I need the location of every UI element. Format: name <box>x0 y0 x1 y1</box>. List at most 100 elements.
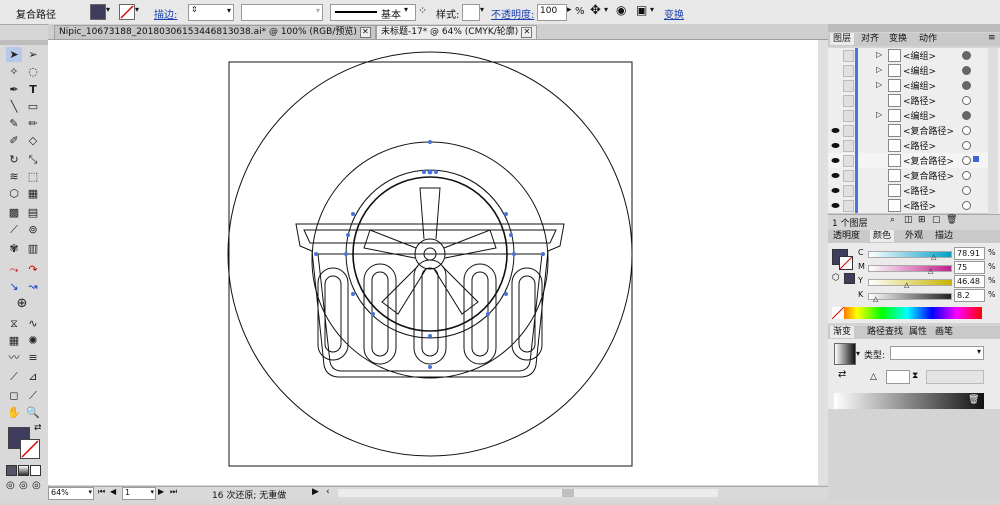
tab-appearance[interactable]: 外观 <box>902 230 926 242</box>
layer-row[interactable]: <路径> <box>828 198 988 214</box>
column-graph-tool-icon[interactable]: ▥ <box>25 241 41 256</box>
warp-tool-icon[interactable]: ≋ <box>6 169 22 184</box>
lock-toggle[interactable] <box>843 140 854 152</box>
gradient-tool-icon[interactable]: ▤ <box>25 205 41 220</box>
chevron-down-icon[interactable]: ▾ <box>604 5 608 14</box>
previous-artboard-icon[interactable]: ◀ <box>110 487 116 496</box>
rotate-tool-icon[interactable]: ↻ <box>6 152 22 167</box>
visibility-icon[interactable] <box>831 141 840 150</box>
visibility-icon[interactable] <box>831 171 840 180</box>
blend-tool-icon[interactable]: ⊚ <box>25 222 41 237</box>
none-mode-icon[interactable] <box>30 465 41 476</box>
tab-layers[interactable]: 图层 <box>830 33 855 45</box>
selection-tool-icon[interactable]: ➤ <box>6 47 22 62</box>
panel-menu-icon[interactable]: ≡ <box>988 33 996 43</box>
puppet-warp-icon[interactable]: ✥ <box>590 3 601 18</box>
color-spectrum[interactable] <box>831 306 982 320</box>
align-icon[interactable]: ▣ <box>636 3 647 17</box>
cube-icon[interactable]: ⬡ <box>832 273 840 283</box>
chevron-right-icon[interactable]: ▷ <box>876 65 882 74</box>
aspect-icon[interactable]: ⧗ <box>912 371 918 381</box>
layer-row[interactable]: <路径> <box>828 138 988 154</box>
target-icon[interactable] <box>962 51 971 60</box>
graph-line-tool-icon[interactable]: 〰 <box>6 350 22 365</box>
draw-behind-icon[interactable]: ◎ <box>19 480 28 491</box>
tab-align[interactable]: 对齐 <box>858 33 882 45</box>
live-paint-tool-icon[interactable]: ▦ <box>25 186 41 201</box>
chevron-right-icon[interactable]: ▷ <box>876 80 882 89</box>
type-tool-icon[interactable]: T <box>25 82 41 97</box>
opacity-link[interactable]: 不透明度: <box>491 6 534 21</box>
recolor-artwork-icon[interactable]: ⁘ <box>418 4 427 17</box>
close-icon[interactable]: ✕ <box>359 27 371 38</box>
zoom-dropdown[interactable]: 64% ▾ <box>48 487 94 500</box>
layer-row[interactable]: <路径> <box>828 93 988 109</box>
channel-value-input[interactable]: 78.91 <box>954 247 985 260</box>
status-menu-icon[interactable]: ▶ <box>312 487 319 497</box>
graphic-style-swatch[interactable] <box>462 4 480 21</box>
scroll-left-icon[interactable]: ‹ <box>326 487 330 497</box>
document-tab-active[interactable]: 未标题-17* @ 64% (CMYK/轮廓) ✕ <box>376 25 538 39</box>
fill-color-swatch[interactable] <box>90 4 106 20</box>
layer-row[interactable]: ▷ <编组> <box>828 78 988 94</box>
appearance-icon[interactable]: ◉ <box>616 3 626 17</box>
chevron-down-icon[interactable]: ▾ <box>650 5 654 14</box>
layer-row[interactable]: ▷ <编组> <box>828 48 988 64</box>
visibility-icon[interactable] <box>831 126 840 135</box>
variable-width-dropdown[interactable]: ▾ <box>241 4 323 21</box>
visibility-icon[interactable] <box>831 186 840 195</box>
chevron-right-icon[interactable]: ▸ <box>567 5 572 15</box>
color-mode-icon[interactable] <box>6 465 17 476</box>
canvas-area[interactable] <box>48 40 828 485</box>
lock-toggle[interactable] <box>843 50 854 62</box>
symbol-sprayer-tool-icon[interactable]: ✾ <box>6 241 22 256</box>
hand-tool-icon[interactable]: ✋ <box>6 405 22 420</box>
tab-transparency[interactable]: 透明度 <box>830 230 863 242</box>
mesh-tool-icon[interactable]: ▩ <box>6 205 22 220</box>
trash-icon[interactable]: 🗑 <box>968 395 979 405</box>
channel-slider[interactable] <box>868 265 952 272</box>
blob-brush-tool-icon[interactable]: ✐ <box>6 133 22 148</box>
target-icon[interactable] <box>962 96 971 105</box>
layer-row[interactable]: <复合路径> <box>828 153 988 169</box>
target-icon[interactable] <box>962 66 971 75</box>
visibility-icon[interactable] <box>831 156 840 165</box>
slider-handle-icon[interactable]: △ <box>931 253 936 261</box>
channel-value-input[interactable]: 46.48 <box>954 275 985 288</box>
selection-indicator[interactable] <box>973 156 979 162</box>
layers-scrollbar[interactable] <box>988 48 998 214</box>
last-artboard-icon[interactable]: ⏭ <box>170 487 177 497</box>
first-artboard-icon[interactable]: ⏮ <box>98 487 105 497</box>
target-icon[interactable] <box>962 171 971 180</box>
scale-tool-icon[interactable]: ⤡ <box>25 152 41 167</box>
opacity-input[interactable]: 100 <box>537 4 567 21</box>
lock-toggle[interactable] <box>843 185 854 197</box>
tab-brushes[interactable]: 画笔 <box>932 326 956 338</box>
gradient-type-dropdown[interactable]: ▾ <box>890 346 984 360</box>
stroke-color-swatch[interactable] <box>119 4 135 20</box>
flare-tool-icon[interactable]: ✺ <box>25 333 41 348</box>
lock-toggle[interactable] <box>843 125 854 137</box>
artboard-number-dropdown[interactable]: 1 ▾ <box>122 487 156 500</box>
swap-colors-icon[interactable]: ⇄ <box>34 423 42 433</box>
tab-pathfinder[interactable]: 路径查找 <box>864 326 906 338</box>
chevron-down-icon[interactable]: ▾ <box>480 5 484 14</box>
zoom-tool-icon[interactable]: 🔍 <box>25 405 41 420</box>
visibility-icon[interactable] <box>831 96 840 105</box>
new-sublayer-icon[interactable]: ⊞ <box>918 215 926 225</box>
tab-color[interactable]: 颜色 <box>870 230 895 242</box>
target-icon[interactable] <box>962 141 971 150</box>
lock-toggle[interactable] <box>843 80 854 92</box>
measure-tool-icon[interactable]: ⊿ <box>25 369 41 384</box>
curve-tool-icon[interactable]: ↘ <box>6 279 22 294</box>
target-icon[interactable] <box>962 201 971 210</box>
slider-handle-icon[interactable]: △ <box>873 295 878 303</box>
lock-toggle[interactable] <box>843 200 854 212</box>
crosshair-tool-icon[interactable]: ⊕ <box>14 296 30 311</box>
channel-slider[interactable] <box>868 279 952 286</box>
lock-toggle[interactable] <box>843 155 854 167</box>
layer-row[interactable]: ▷ <编组> <box>828 108 988 124</box>
new-layer-icon[interactable]: ▢ <box>932 215 941 225</box>
chevron-down-icon[interactable]: ▾ <box>856 349 860 358</box>
spinner-icon[interactable]: ⇕ <box>191 5 198 14</box>
